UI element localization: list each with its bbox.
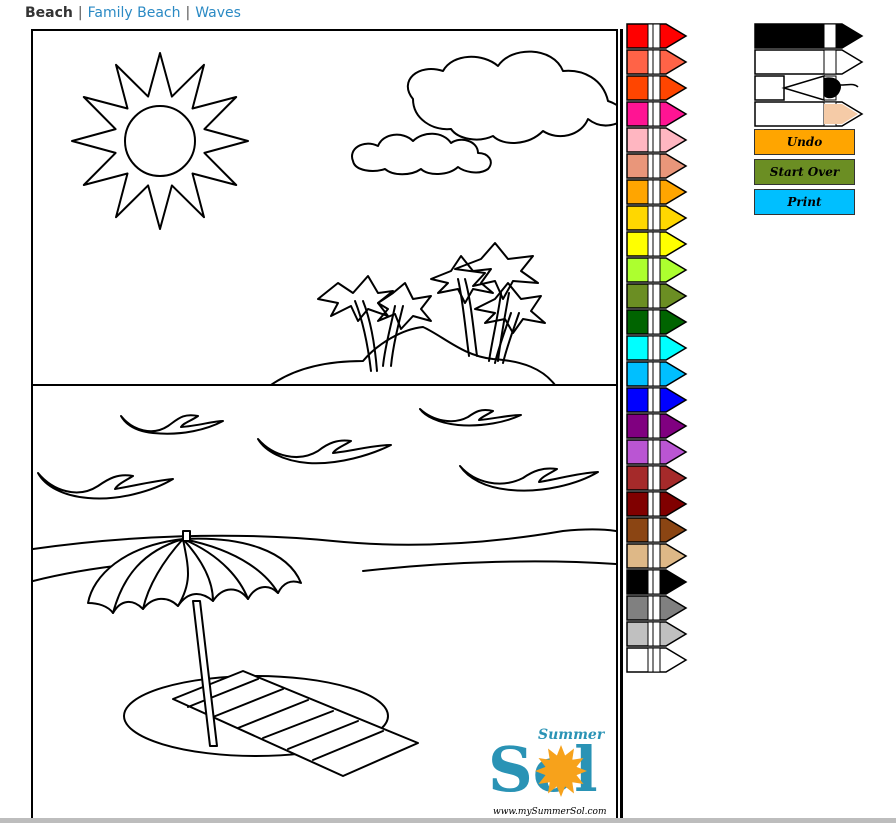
current-color-crayon-icon xyxy=(754,101,864,127)
crayon-yellow[interactable] xyxy=(626,231,688,257)
island-drawing xyxy=(270,326,556,386)
crayon-dark-green[interactable] xyxy=(626,309,688,335)
start-over-button[interactable]: Start Over xyxy=(754,159,855,185)
crayon-dark-salmon[interactable] xyxy=(626,153,688,179)
tool-large-brush[interactable] xyxy=(754,23,866,49)
bottom-scroll-bar xyxy=(0,818,896,823)
sun-drawing xyxy=(71,52,249,230)
cloud-drawing xyxy=(406,50,616,144)
breadcrumb-link-family-beach[interactable]: Family Beach xyxy=(88,5,181,21)
tool-eraser[interactable] xyxy=(754,49,866,75)
crayon-brown[interactable] xyxy=(626,465,688,491)
crayon-silver[interactable] xyxy=(626,621,688,647)
crayon-maroon[interactable] xyxy=(626,491,688,517)
crayon-blue[interactable] xyxy=(626,387,688,413)
waves-drawing xyxy=(37,408,599,500)
crayon-red[interactable] xyxy=(626,23,688,49)
sand-line-drawing xyxy=(362,560,616,572)
crayon-coral[interactable] xyxy=(626,49,688,75)
logo-url-text: www.mySummerSol.com xyxy=(493,807,607,817)
crayon-orange-red[interactable] xyxy=(626,75,688,101)
undo-button[interactable]: Undo xyxy=(754,129,855,155)
crayon-green-yellow[interactable] xyxy=(626,257,688,283)
crayon-pink[interactable] xyxy=(626,127,688,153)
crayon-black[interactable] xyxy=(626,569,688,595)
breadcrumb-current: Beach xyxy=(25,5,73,21)
canvas-divider xyxy=(620,29,623,823)
crayon-white[interactable] xyxy=(626,647,688,673)
breadcrumb-link-waves[interactable]: Waves xyxy=(195,5,241,21)
breadcrumb-separator: | xyxy=(77,5,83,21)
shoreline-drawing xyxy=(33,528,616,550)
brush-tools xyxy=(754,23,866,127)
crayon-deep-pink[interactable] xyxy=(626,101,688,127)
breadcrumb: Beach | Family Beach | Waves xyxy=(25,5,241,21)
beach-coloring-drawing[interactable]: Summer Sol www.mySummerSol.com xyxy=(33,31,616,818)
coloring-canvas[interactable]: Summer Sol www.mySummerSol.com xyxy=(31,29,618,820)
print-button[interactable]: Print xyxy=(754,189,855,215)
paint-bucket-icon xyxy=(754,74,859,102)
crayon-saddle-brown[interactable] xyxy=(626,517,688,543)
crayon-cyan[interactable] xyxy=(626,335,688,361)
crayon-medium-orchid[interactable] xyxy=(626,439,688,465)
palm-trees-drawing xyxy=(317,242,546,372)
crayon-purple[interactable] xyxy=(626,413,688,439)
crayon-gold[interactable] xyxy=(626,205,688,231)
color-palette xyxy=(626,23,688,673)
tool-current-color[interactable] xyxy=(754,101,866,127)
eraser-icon xyxy=(754,49,864,75)
crayon-orange[interactable] xyxy=(626,179,688,205)
breadcrumb-separator: | xyxy=(185,5,191,21)
crayon-deep-sky-blue[interactable] xyxy=(626,361,688,387)
crayon-gray[interactable] xyxy=(626,595,688,621)
crayon-olive-drab[interactable] xyxy=(626,283,688,309)
large-crayon-icon xyxy=(754,23,864,49)
crayon-burlywood[interactable] xyxy=(626,543,688,569)
tool-paint-bucket[interactable] xyxy=(754,74,866,102)
summer-sol-logo: Summer Sol www.mySummerSol.com xyxy=(488,727,607,817)
